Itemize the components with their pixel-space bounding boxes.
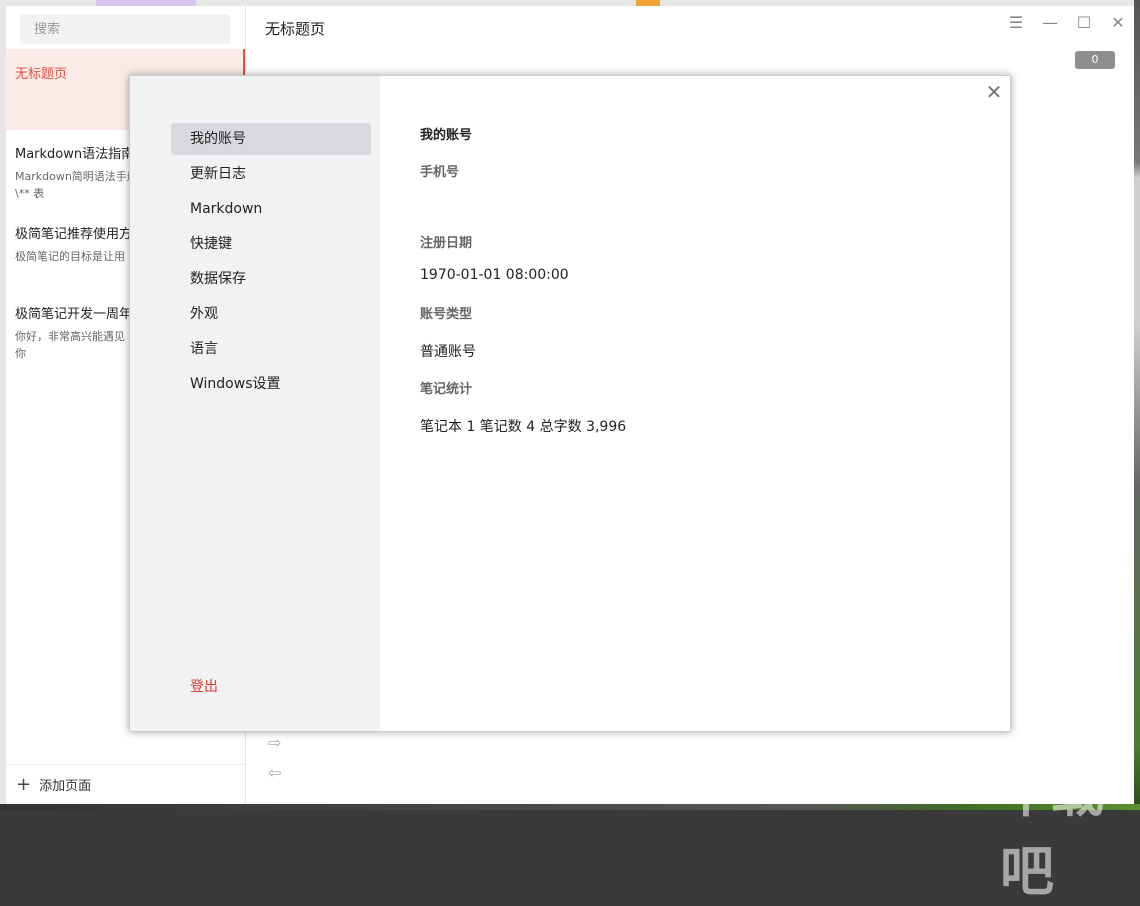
account-type-label: 账号类型 <box>420 307 473 322</box>
plus-icon: + <box>16 774 32 795</box>
add-page-button[interactable]: + 添加页面 <box>6 764 245 804</box>
word-count-badge: 0 <box>1075 51 1115 69</box>
account-type-value: 普通账号 <box>420 344 476 360</box>
phone-label: 手机号 <box>420 165 460 180</box>
settings-dialog: 我的账号 更新日志 Markdown 快捷键 数据保存 外观 语言 Window… <box>129 75 1011 732</box>
nav-item-shortcuts[interactable]: 快捷键 <box>171 228 371 260</box>
nav-item-windows-settings[interactable]: Windows设置 <box>171 368 371 400</box>
minimize-icon[interactable]: — <box>1039 12 1061 34</box>
nav-item-changelog[interactable]: 更新日志 <box>171 158 371 190</box>
back-arrow-icon[interactable]: ⇦ <box>268 763 281 782</box>
maximize-icon[interactable]: ☐ <box>1073 12 1095 34</box>
logout-button[interactable]: 登出 <box>190 676 218 696</box>
add-page-label: 添加页面 <box>39 779 92 794</box>
watermark-logo: 下载吧 <box>1000 761 1104 903</box>
nav-item-account[interactable]: 我的账号 <box>171 123 371 155</box>
registration-date-label: 注册日期 <box>420 236 473 251</box>
desktop-background-bottom <box>0 804 1140 810</box>
registration-date-value: 1970-01-01 08:00:00 <box>420 267 569 283</box>
search-input[interactable] <box>20 14 230 44</box>
close-icon[interactable]: ✕ <box>1107 12 1129 34</box>
settings-nav: 我的账号 更新日志 Markdown 快捷键 数据保存 外观 语言 Window… <box>130 76 380 731</box>
note-stats-value: 笔记本 1 笔记数 4 总字数 3,996 <box>420 419 627 435</box>
close-icon[interactable]: ✕ <box>983 81 1005 103</box>
section-heading: 我的账号 <box>420 128 473 143</box>
menu-icon[interactable]: ☰ <box>1005 12 1027 34</box>
desktop-background-right <box>1134 0 1140 810</box>
nav-item-markdown[interactable]: Markdown <box>171 193 371 225</box>
page-title: 无标题页 <box>265 20 326 38</box>
nav-item-data-storage[interactable]: 数据保存 <box>171 263 371 295</box>
nav-item-appearance[interactable]: 外观 <box>171 298 371 330</box>
forward-arrow-icon[interactable]: ⇨ <box>268 733 281 752</box>
note-stats-label: 笔记统计 <box>420 382 473 397</box>
nav-item-language[interactable]: 语言 <box>171 333 371 365</box>
